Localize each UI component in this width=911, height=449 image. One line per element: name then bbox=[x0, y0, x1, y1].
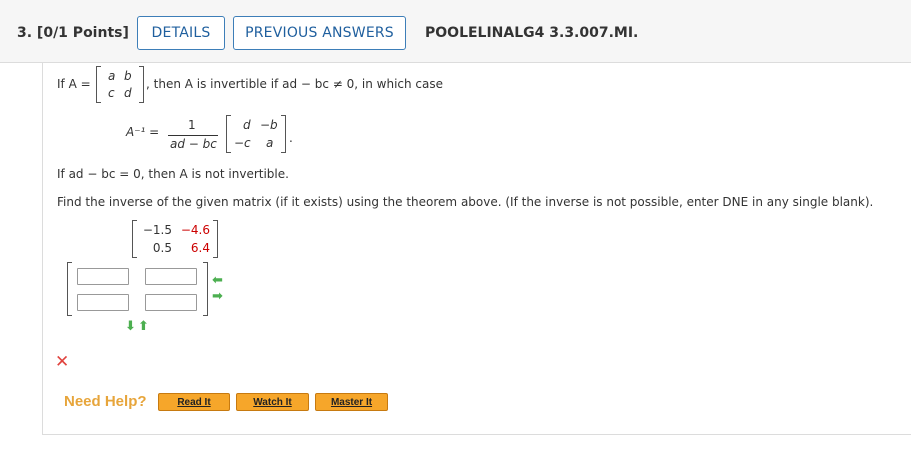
details-button[interactable]: DETAILS bbox=[137, 16, 225, 50]
question-header: 3. [0/1 Points] DETAILS PREVIOUS ANSWERS… bbox=[0, 0, 911, 63]
previous-answers-button[interactable]: PREVIOUS ANSWERS bbox=[233, 16, 406, 50]
question-id: POOLELINALG4 3.3.007.MI. bbox=[425, 25, 639, 41]
question-content-frame bbox=[42, 62, 911, 435]
question-number: 3. [0/1 Points] bbox=[17, 25, 129, 41]
